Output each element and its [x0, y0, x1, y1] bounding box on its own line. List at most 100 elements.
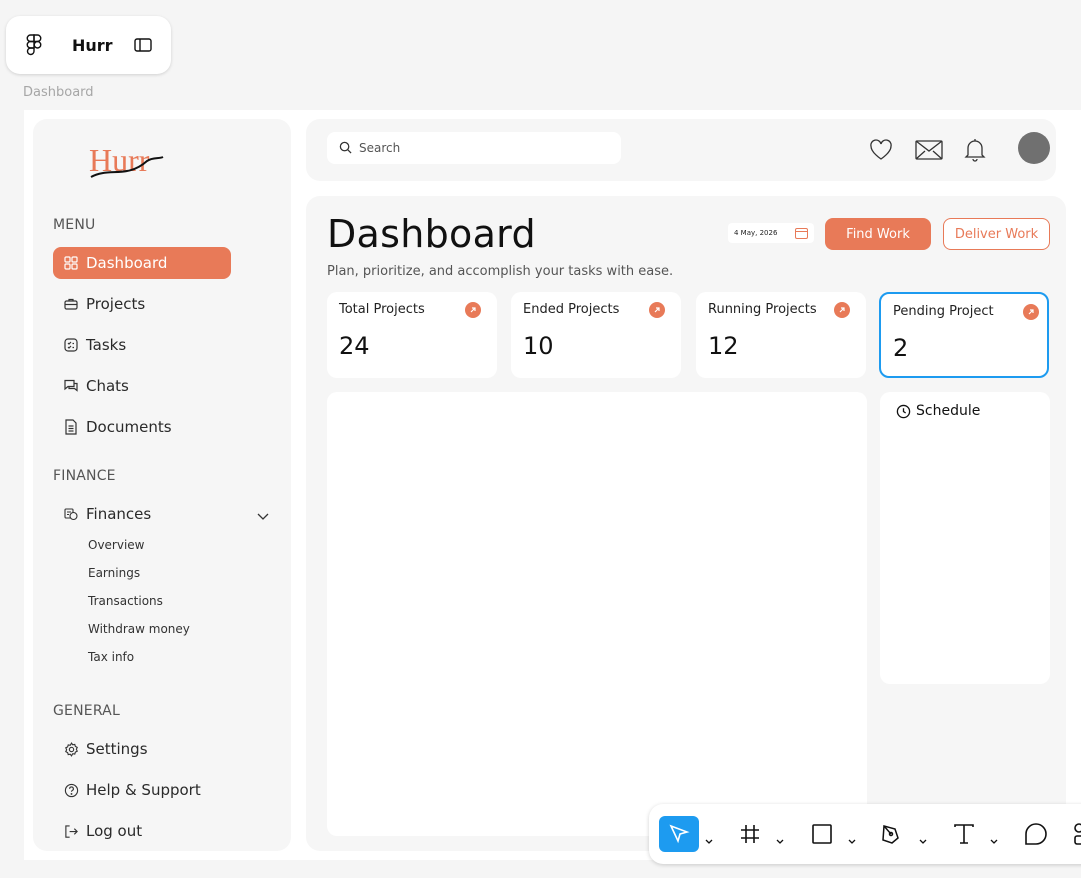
mail-icon[interactable]	[915, 136, 943, 164]
move-tool-button[interactable]	[659, 816, 699, 852]
sidebar-item-label: Finances	[86, 505, 152, 523]
rectangle-icon	[812, 824, 832, 844]
stat-value: 24	[339, 332, 370, 360]
search-input[interactable]	[359, 141, 599, 155]
sidebar-item-documents[interactable]: Documents	[53, 411, 231, 443]
finance-section-title: FINANCE	[53, 468, 116, 484]
main-panel: Dashboard Plan, prioritize, and accompli…	[306, 196, 1066, 851]
chevron-down-icon[interactable]	[990, 830, 998, 849]
brand-logo[interactable]: Hurr	[87, 139, 167, 181]
bell-icon[interactable]	[961, 136, 989, 164]
sidebar-item-label: Log out	[86, 822, 143, 840]
stat-value: 10	[523, 332, 554, 360]
general-section-title: GENERAL	[53, 703, 120, 719]
stat-card-total-projects[interactable]: Total Projects 24	[327, 292, 497, 378]
calendar-icon	[795, 227, 808, 241]
document-icon	[63, 419, 79, 435]
sidebar-item-tasks[interactable]: Tasks	[53, 329, 231, 361]
stat-label: Pending Project	[893, 304, 994, 319]
hash-frame-icon	[741, 825, 759, 843]
sidebar-item-dashboard[interactable]: Dashboard	[53, 247, 231, 279]
find-work-button[interactable]: Find Work	[825, 218, 931, 250]
finance-sub-earnings[interactable]: Earnings	[88, 566, 140, 580]
sidebar-item-label: Tasks	[86, 336, 127, 354]
figma-logo-icon[interactable]	[24, 34, 44, 56]
date-picker[interactable]: 4 May, 2026	[728, 223, 814, 243]
schedule-title: Schedule	[896, 403, 980, 419]
schedule-card: Schedule	[880, 392, 1050, 684]
file-name[interactable]: Hurr	[72, 36, 113, 55]
figma-toolbar	[649, 804, 1081, 864]
sidebar-item-label: Dashboard	[86, 254, 168, 272]
chevron-down-icon[interactable]	[919, 830, 927, 849]
clock-icon	[896, 404, 911, 419]
deliver-work-button[interactable]: Deliver Work	[943, 218, 1050, 250]
logout-icon	[63, 823, 79, 839]
task-icon	[63, 337, 79, 353]
stat-value: 12	[708, 332, 739, 360]
sidebar-item-logout[interactable]: Log out	[53, 815, 231, 847]
sidebar-item-help-support[interactable]: Help & Support	[53, 774, 231, 806]
stat-label: Ended Projects	[523, 302, 620, 317]
components-icon	[1074, 823, 1081, 845]
sidebar-item-finances[interactable]: Finances	[53, 498, 269, 530]
sidebar-item-chats[interactable]: Chats	[53, 370, 231, 402]
file-chip[interactable]: Hurr	[6, 16, 171, 74]
schedule-title-text: Schedule	[916, 403, 981, 419]
sidebar-item-label: Settings	[86, 740, 148, 758]
sidebar-item-settings[interactable]: Settings	[53, 733, 231, 765]
cursor-icon	[669, 824, 690, 844]
sidebar-item-projects[interactable]: Projects	[53, 288, 231, 320]
sidebar: Hurr MENU Dashboard Projects Tasks Chats…	[33, 119, 291, 851]
chevron-down-icon[interactable]	[705, 830, 713, 849]
page-title: Dashboard	[327, 212, 536, 256]
page-subtitle: Plan, prioritize, and accomplish your ta…	[327, 264, 674, 279]
comment-tool-button[interactable]	[1023, 816, 1049, 852]
chevron-down-icon[interactable]	[257, 507, 269, 525]
text-tool-button[interactable]	[951, 816, 977, 852]
stat-label: Running Projects	[708, 302, 817, 317]
arrow-up-right-icon[interactable]	[834, 302, 850, 318]
pen-icon	[882, 825, 899, 844]
finance-sub-tax-info[interactable]: Tax info	[88, 650, 134, 664]
search-icon	[339, 139, 352, 158]
sidebar-item-label: Help & Support	[86, 781, 201, 799]
avatar[interactable]	[1018, 132, 1050, 164]
arrow-up-right-icon[interactable]	[1023, 304, 1039, 320]
frame-label[interactable]: Dashboard	[23, 85, 94, 100]
menu-section-title: MENU	[53, 217, 96, 233]
dashboard-frame: Hurr MENU Dashboard Projects Tasks Chats…	[24, 110, 1081, 860]
sidebar-item-label: Documents	[86, 418, 172, 436]
chevron-down-icon[interactable]	[848, 830, 856, 849]
arrow-up-right-icon[interactable]	[649, 302, 665, 318]
gear-icon	[63, 741, 79, 757]
search-box[interactable]	[327, 132, 621, 164]
shape-tool-button[interactable]	[809, 816, 835, 852]
arrow-up-right-icon[interactable]	[465, 302, 481, 318]
date-value: 4 May, 2026	[734, 229, 778, 237]
chat-icon	[63, 378, 79, 394]
stat-card-pending-project[interactable]: Pending Project 2	[879, 292, 1049, 378]
help-icon	[63, 782, 79, 798]
content-card	[327, 392, 867, 836]
finance-sub-transactions[interactable]: Transactions	[88, 594, 163, 608]
stat-card-running-projects[interactable]: Running Projects 12	[696, 292, 866, 378]
chevron-down-icon[interactable]	[776, 830, 784, 849]
comment-icon	[1025, 823, 1047, 845]
heart-icon[interactable]	[867, 136, 895, 164]
stat-value: 2	[893, 334, 909, 362]
sidebar-item-label: Projects	[86, 295, 146, 313]
text-icon	[954, 824, 974, 844]
finance-sub-overview[interactable]: Overview	[88, 538, 145, 552]
more-tools-button[interactable]	[1069, 816, 1081, 852]
topbar	[306, 119, 1056, 181]
pen-tool-button[interactable]	[880, 816, 906, 852]
frame-tool-button[interactable]	[737, 816, 763, 852]
stat-card-ended-projects[interactable]: Ended Projects 10	[511, 292, 681, 378]
grid-icon	[63, 255, 79, 271]
stat-label: Total Projects	[339, 302, 425, 317]
sidebar-toggle-icon[interactable]	[133, 35, 153, 55]
hurr-logo-icon: Hurr	[89, 142, 164, 178]
finance-sub-withdraw-money[interactable]: Withdraw money	[88, 622, 190, 636]
briefcase-icon	[63, 296, 79, 312]
